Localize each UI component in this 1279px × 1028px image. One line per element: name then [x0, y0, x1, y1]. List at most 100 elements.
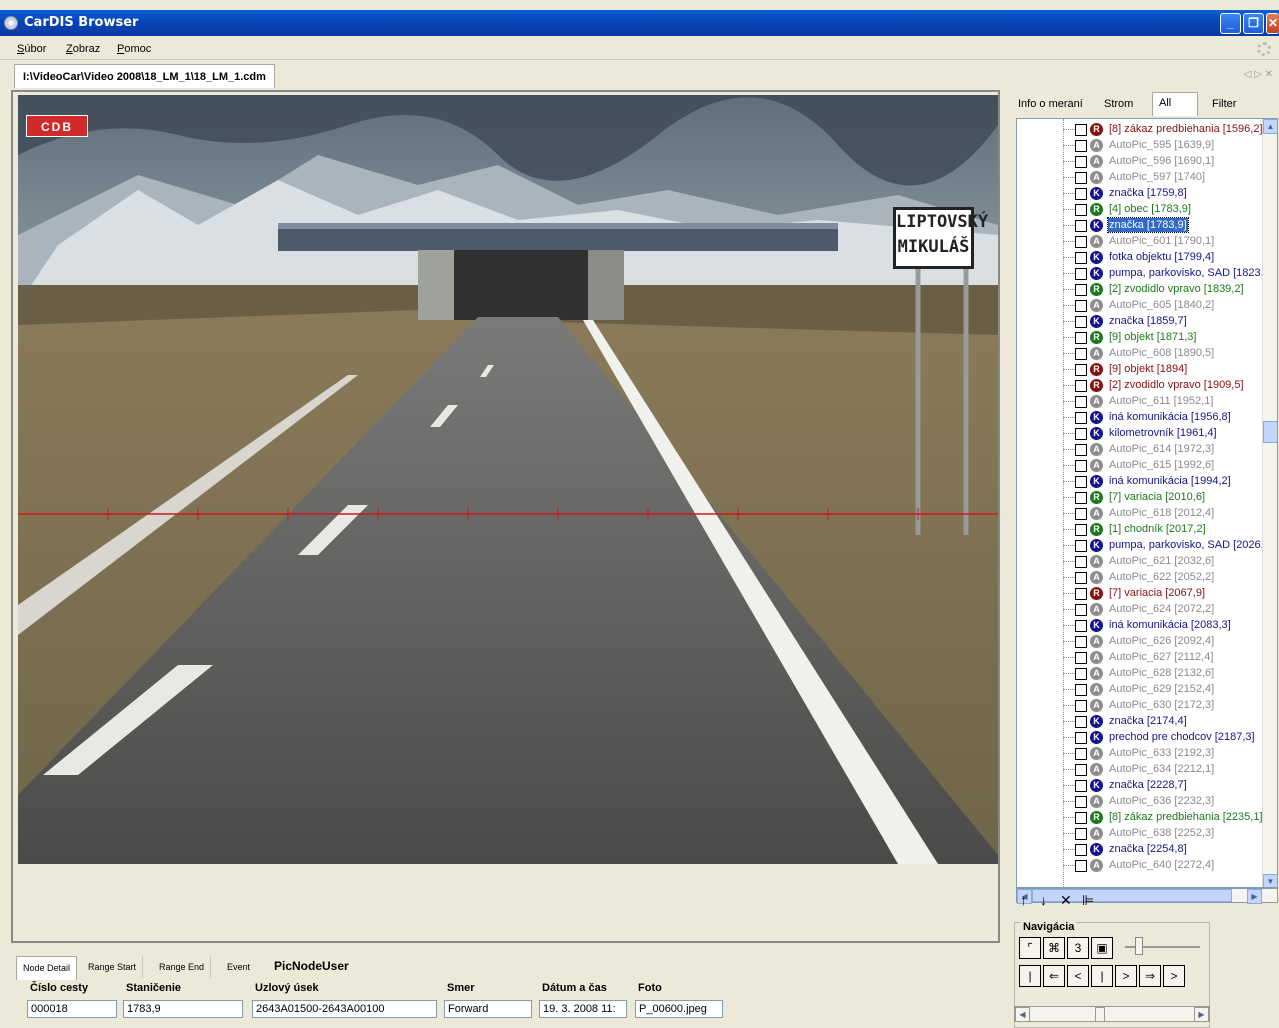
tree-item-checkbox[interactable] [1075, 460, 1087, 472]
nav-first-button[interactable]: | [1019, 965, 1041, 987]
nav-next-button[interactable]: > [1115, 965, 1137, 987]
tree-item-checkbox[interactable] [1075, 764, 1087, 776]
nav-prev-button[interactable]: < [1067, 965, 1089, 987]
tree-item-checkbox[interactable] [1075, 364, 1087, 376]
tree-item-checkbox[interactable] [1075, 396, 1087, 408]
tree-item-checkbox[interactable] [1075, 124, 1087, 136]
tree-item-checkbox[interactable] [1075, 140, 1087, 152]
photo-field[interactable]: P_00600.jpeg [635, 1000, 723, 1018]
tree-item[interactable]: A AutoPic_627 [2112,4] [1017, 649, 1264, 665]
tree-item[interactable]: Kiná komunikácia [1994,2] [1017, 473, 1264, 489]
scroll-down-icon[interactable]: ▼ [1263, 874, 1277, 887]
tree-item[interactable]: A AutoPic_618 [2012,4] [1017, 505, 1264, 521]
tree-item[interactable]: Kznačka [1783,9] [1017, 217, 1264, 233]
nav-scroll-right-icon[interactable]: ▶ [1194, 1007, 1209, 1022]
tree-item[interactable]: R [9] objekt [1871,3] [1017, 329, 1264, 345]
tree-item-checkbox[interactable] [1075, 540, 1087, 552]
tree-item[interactable]: Kznačka [2254,8] [1017, 841, 1264, 857]
minimize-button[interactable]: _ [1220, 13, 1241, 34]
node-section-field[interactable]: 2643A01500-2643A00100 [252, 1000, 437, 1018]
tab-scroll-arrows[interactable]: ◁ ▷ ✕ [1244, 69, 1273, 80]
tree-item-checkbox[interactable] [1075, 284, 1087, 296]
tree-item-checkbox[interactable] [1075, 412, 1087, 424]
nav-fit-icon[interactable]: ⌘ [1043, 937, 1065, 959]
tree-item-checkbox[interactable] [1075, 172, 1087, 184]
tree-item-checkbox[interactable] [1075, 652, 1087, 664]
tree-item-checkbox[interactable] [1075, 828, 1087, 840]
nav-fullscreen-icon[interactable]: ▣ [1091, 937, 1113, 959]
tree-item[interactable]: R [2] zvodidlo vpravo [1909,5] [1017, 377, 1264, 393]
tab-range-end[interactable]: Range End [153, 956, 212, 978]
tree-item-checkbox[interactable] [1075, 492, 1087, 504]
tree-item-checkbox[interactable] [1075, 748, 1087, 760]
nav-stop-button[interactable]: | [1091, 965, 1113, 987]
tree-item[interactable]: A AutoPic_640 [2272,4] [1017, 857, 1264, 873]
road-number-field[interactable]: 000018 [27, 1000, 117, 1018]
tab-filter[interactable]: Filter [1206, 94, 1242, 116]
nav-rewind-icon[interactable]: ⇐ [1043, 965, 1065, 987]
tree-item-checkbox[interactable] [1075, 604, 1087, 616]
tab-measurement-info[interactable]: Info o meraní [1012, 94, 1089, 116]
tree-item-checkbox[interactable] [1075, 428, 1087, 440]
tree-item[interactable]: R [8] zákaz predbiehania [1596,2] [1017, 121, 1264, 137]
tab-range-start[interactable]: Range Start [82, 956, 144, 978]
tree-item[interactable]: A AutoPic_629 [2152,4] [1017, 681, 1264, 697]
tree-item[interactable]: A AutoPic_605 [1840,2] [1017, 297, 1264, 313]
scroll-thumb[interactable] [1263, 421, 1277, 443]
tree-item[interactable]: A AutoPic_608 [1890,5] [1017, 345, 1264, 361]
tree-item[interactable]: A AutoPic_636 [2232,3] [1017, 793, 1264, 809]
move-up-icon[interactable]: ↑ [1020, 892, 1027, 908]
tab-all[interactable]: All [1152, 92, 1198, 116]
tree-item-checkbox[interactable] [1075, 860, 1087, 872]
tree-item[interactable]: A AutoPic_615 [1992,6] [1017, 457, 1264, 473]
tree-item[interactable]: Kznačka [1859,7] [1017, 313, 1264, 329]
tree-item[interactable]: R [9] objekt [1894] [1017, 361, 1264, 377]
tree-item[interactable]: A AutoPic_611 [1952,1] [1017, 393, 1264, 409]
tree-item-checkbox[interactable] [1075, 556, 1087, 568]
tree-item[interactable]: Kfotka objektu [1799,4] [1017, 249, 1264, 265]
tree-item[interactable]: R [4] obec [1783,9] [1017, 201, 1264, 217]
nav-step-button[interactable]: 3 [1067, 937, 1089, 959]
tree-item-checkbox[interactable] [1075, 812, 1087, 824]
speed-slider[interactable] [1125, 935, 1200, 957]
tree-item-checkbox[interactable] [1075, 476, 1087, 488]
tree-item[interactable]: A AutoPic_633 [2192,3] [1017, 745, 1264, 761]
tree-item[interactable]: R [7] variacia [2010,6] [1017, 489, 1264, 505]
tree-item[interactable]: R [8] zákaz predbiehania [2235,1] [1017, 809, 1264, 825]
tree-item-checkbox[interactable] [1075, 796, 1087, 808]
tree-vertical-scrollbar[interactable]: ▲ ▼ [1262, 119, 1277, 887]
tree-item-checkbox[interactable] [1075, 444, 1087, 456]
tree-item[interactable]: A AutoPic_595 [1639,9] [1017, 137, 1264, 153]
tree-item[interactable]: R [1] chodník [2017,2] [1017, 521, 1264, 537]
tree-item-checkbox[interactable] [1075, 220, 1087, 232]
tree-item[interactable]: A AutoPic_597 [1740] [1017, 169, 1264, 185]
tree-item[interactable]: A AutoPic_626 [2092,4] [1017, 633, 1264, 649]
tree-item[interactable]: R [7] variacia [2067,9] [1017, 585, 1264, 601]
tab-event[interactable]: Event [221, 956, 256, 978]
tree-horizontal-scrollbar[interactable]: ◀ ▶ [1016, 888, 1278, 904]
tree-item-checkbox[interactable] [1075, 156, 1087, 168]
tree-item-checkbox[interactable] [1075, 204, 1087, 216]
direction-field[interactable]: Forward [444, 1000, 532, 1018]
tree-item[interactable]: A AutoPic_630 [2172,3] [1017, 697, 1264, 713]
tree-item[interactable]: Kiná komunikácia [1956,8] [1017, 409, 1264, 425]
tree-item-checkbox[interactable] [1075, 668, 1087, 680]
tree-item-checkbox[interactable] [1075, 332, 1087, 344]
tree-item-checkbox[interactable] [1075, 236, 1087, 248]
tree-item[interactable]: Kpumpa, parkovisko, SAD [1823, [1017, 265, 1264, 281]
chainage-field[interactable]: 1783,9 [123, 1000, 243, 1018]
move-down-icon[interactable]: ↓ [1040, 892, 1047, 908]
tree-item-checkbox[interactable] [1075, 524, 1087, 536]
nav-frame-icon[interactable]: ⌜ [1019, 937, 1041, 959]
navigation-scrollbar[interactable]: ◀ ▶ [1014, 1006, 1210, 1022]
tree-item[interactable]: A AutoPic_634 [2212,1] [1017, 761, 1264, 777]
tree-item[interactable]: Kkilometrovník [1961,4] [1017, 425, 1264, 441]
tree-item[interactable]: Kznačka [1759,8] [1017, 185, 1264, 201]
close-button[interactable]: ✕ [1266, 13, 1279, 34]
nav-scroll-left-icon[interactable]: ◀ [1015, 1007, 1030, 1022]
export-icon[interactable]: ⊫ [1082, 892, 1094, 909]
document-tab[interactable]: I:\VideoCar\Video 2008\18_LM_1\18_LM_1.c… [14, 64, 275, 88]
tab-tree[interactable]: Strom [1098, 94, 1139, 116]
tree-item-checkbox[interactable] [1075, 316, 1087, 328]
tree-item[interactable]: Kprechod pre chodcov [2187,3] [1017, 729, 1264, 745]
